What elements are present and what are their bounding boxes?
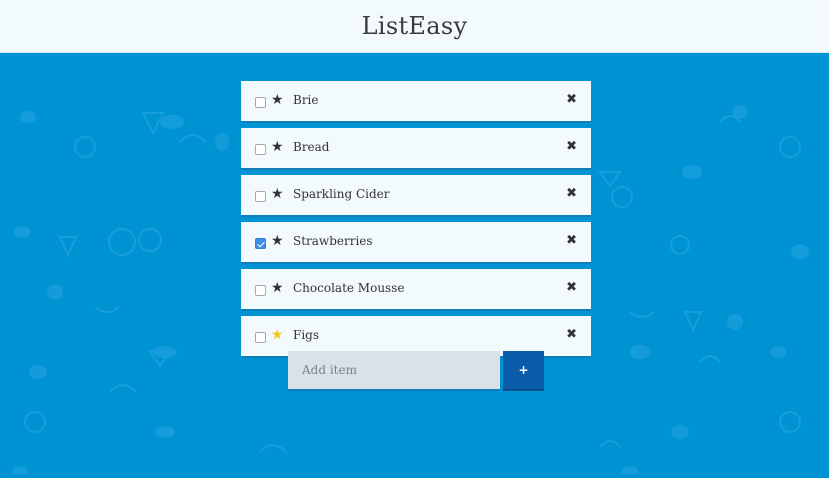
list-item: ★ Sparkling Cider ✖ xyxy=(241,175,591,217)
item-checkbox[interactable] xyxy=(255,191,266,202)
add-item-input[interactable] xyxy=(288,351,500,391)
list-item: ★ Bread ✖ xyxy=(241,128,591,170)
star-icon[interactable]: ★ xyxy=(271,326,284,344)
item-label: Figs xyxy=(293,328,320,342)
item-label: Bread xyxy=(293,140,330,154)
close-icon[interactable]: ✖ xyxy=(566,91,577,109)
add-item-button[interactable]: + xyxy=(503,351,544,391)
star-icon[interactable]: ★ xyxy=(271,279,284,297)
item-checkbox[interactable] xyxy=(255,97,266,108)
close-icon[interactable]: ✖ xyxy=(566,185,577,203)
star-icon[interactable]: ★ xyxy=(271,138,284,156)
item-label: Sparkling Cider xyxy=(293,187,390,201)
list-item: ★ Strawberries ✖ xyxy=(241,222,591,264)
close-icon[interactable]: ✖ xyxy=(566,326,577,344)
star-icon[interactable]: ★ xyxy=(271,185,284,203)
item-label: Strawberries xyxy=(293,234,373,248)
app-header: ListEasy xyxy=(0,0,829,53)
item-checkbox[interactable] xyxy=(255,238,266,249)
shopping-list: ★ Brie ✖ ★ Bread ✖ ★ Sparkling Cider ✖ ★ Strawberr… xyxy=(241,81,591,363)
star-icon[interactable]: ★ xyxy=(271,91,284,109)
list-item: ★ Chocolate Mousse ✖ xyxy=(241,269,591,311)
item-checkbox[interactable] xyxy=(255,144,266,155)
item-checkbox[interactable] xyxy=(255,285,266,296)
close-icon[interactable]: ✖ xyxy=(566,232,577,250)
app-title: ListEasy xyxy=(361,12,468,40)
star-icon[interactable]: ★ xyxy=(271,232,284,250)
item-label: Brie xyxy=(293,93,319,107)
close-icon[interactable]: ✖ xyxy=(566,138,577,156)
item-checkbox[interactable] xyxy=(255,332,266,343)
close-icon[interactable]: ✖ xyxy=(566,279,577,297)
list-item: ★ Brie ✖ xyxy=(241,81,591,123)
item-label: Chocolate Mousse xyxy=(293,281,405,295)
